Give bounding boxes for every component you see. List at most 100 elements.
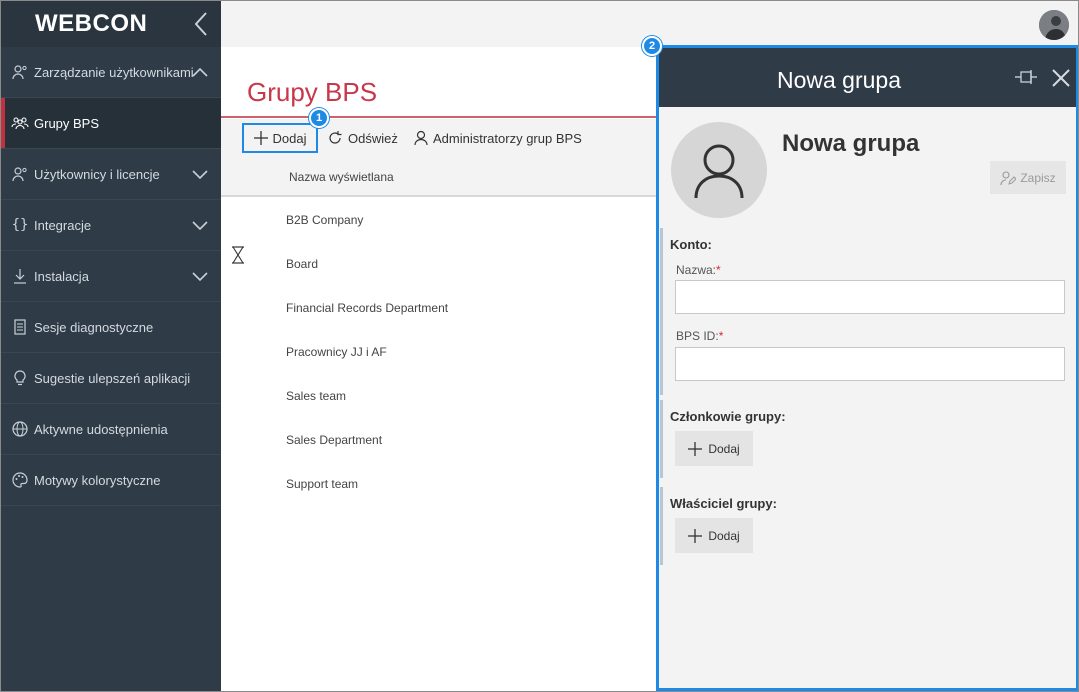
refresh-button[interactable]: Odśwież [327, 123, 398, 153]
add-member-label: Dodaj [708, 441, 740, 456]
download-icon [11, 267, 29, 285]
sidebar-item-label: Aktywne udostępnienia [34, 421, 168, 437]
hourglass-icon [232, 246, 244, 264]
collapse-sidebar-button[interactable] [191, 11, 213, 37]
refresh-icon [329, 131, 342, 144]
close-button[interactable] [1051, 68, 1071, 88]
group-avatar [671, 122, 767, 218]
row-label: Sales team [286, 389, 347, 403]
title-divider [221, 116, 657, 118]
panel-title: Nowa grupa [776, 67, 902, 93]
row-label: Sales Department [286, 433, 383, 447]
table-row[interactable]: Sales team [221, 375, 657, 419]
sidebar-item-users-licenses[interactable]: Użytkownicy i licencje [1, 149, 221, 200]
add-owner-button[interactable]: Dodaj [675, 518, 753, 553]
owner-section: Właściciel grupy: Dodaj [660, 487, 1072, 565]
chevron-left-icon [194, 12, 207, 36]
user-icon [694, 144, 744, 199]
close-icon [1052, 69, 1070, 87]
sidebar-item-active-shares[interactable]: Aktywne udostępnienia [1, 404, 221, 455]
group-icon [11, 114, 29, 132]
sidebar-item-installation[interactable]: Instalacja [1, 251, 221, 302]
document-icon [11, 318, 29, 336]
bpsid-field-label: BPS ID:* [676, 329, 723, 343]
table-row[interactable]: B2B Company [221, 199, 657, 243]
sidebar-item-user-management[interactable]: Zarządzanie użytkownikami [1, 47, 221, 98]
sidebar-item-label: Grupy BPS [34, 115, 100, 131]
add-label: Dodaj [272, 130, 307, 146]
bps-id-field[interactable] [675, 347, 1065, 381]
logo: WEBCON [35, 10, 148, 37]
new-group-panel: Nowa grupa Nowa grupa Zapisz Konto: Nazw… [656, 45, 1078, 691]
sidebar-item-label: Zarządzanie użytkownikami [34, 64, 194, 80]
chevron-down-icon [191, 219, 209, 231]
column-header[interactable]: Nazwa wyświetlana [221, 157, 657, 197]
group-admins-label: Administratorzy grup BPS [433, 130, 582, 146]
sidebar-item-color-themes[interactable]: Motywy kolorystyczne [1, 455, 221, 506]
owner-section-title: Właściciel grupy: [670, 496, 777, 511]
sidebar-item-integrations[interactable]: {} Integracje [1, 200, 221, 251]
members-section: Członkowie grupy: Dodaj [660, 400, 1072, 478]
sidebar-item-improvement-suggestions[interactable]: Sugestie ulepszeń aplikacji [1, 353, 221, 404]
sidebar-item-diagnostic-sessions[interactable]: Sesje diagnostyczne [1, 302, 221, 353]
panel-header: Nowa grupa [659, 48, 1076, 107]
sidebar-item-label: Integracje [34, 217, 92, 233]
save-button[interactable]: Zapisz [990, 161, 1066, 194]
group-name-field[interactable] [675, 280, 1065, 314]
group-name-heading: Nowa grupa [782, 130, 920, 157]
plus-icon [253, 131, 268, 145]
plus-icon [688, 441, 703, 456]
lightbulb-icon [11, 369, 29, 387]
chevron-up-icon [191, 66, 209, 78]
user-admin-icon [11, 63, 29, 81]
main-content: Grupy BPS Dodaj Odśwież Administratorzy … [221, 47, 657, 691]
callout-badge-2: 2 [642, 36, 662, 56]
sidebar-item-label: Sesje diagnostyczne [34, 319, 154, 335]
page-title: Grupy BPS [247, 77, 378, 107]
row-label: Financial Records Department [286, 301, 449, 315]
column-header-label: Nazwa wyświetlana [289, 170, 394, 184]
table-row[interactable]: Board [221, 243, 657, 287]
add-group-button[interactable]: Dodaj [242, 123, 318, 153]
app-window: WEBCON Zarządzanie użytkownikami Grupy B… [0, 0, 1079, 692]
save-label: Zapisz [1020, 170, 1056, 185]
brand-bar: WEBCON [1, 1, 221, 47]
user-license-icon [11, 165, 29, 183]
callout-badge-1: 1 [309, 108, 329, 128]
sidebar-item-label: Sugestie ulepszeń aplikacji [34, 370, 191, 386]
bpsid-label-text: BPS ID: [676, 329, 719, 343]
pin-button[interactable] [1014, 68, 1038, 86]
name-field-label: Nazwa:* [676, 263, 721, 277]
table-row[interactable]: Pracownicy JJ i AF [221, 331, 657, 375]
table-row[interactable]: Sales Department [221, 419, 657, 463]
group-admins-button[interactable]: Administratorzy grup BPS [414, 123, 582, 153]
user-icon [414, 130, 428, 146]
refresh-label: Odśwież [348, 130, 398, 146]
user-avatar[interactable] [1039, 10, 1069, 40]
required-mark: * [716, 263, 721, 277]
sidebar-item-label: Instalacja [34, 268, 89, 284]
table-row[interactable]: Financial Records Department [221, 287, 657, 331]
table-row[interactable]: Support team [221, 463, 657, 507]
add-member-button[interactable]: Dodaj [675, 431, 753, 466]
sidebar-item-label: Użytkownicy i licencje [34, 166, 160, 182]
braces-icon: {} [11, 217, 29, 233]
required-mark: * [718, 329, 724, 343]
palette-icon [11, 471, 29, 489]
toolbar: Dodaj Odśwież Administratorzy grup BPS [221, 119, 657, 157]
account-section-title: Konto: [670, 237, 712, 252]
chevron-down-icon [191, 270, 209, 282]
row-label: B2B Company [286, 213, 364, 227]
sidebar-item-bps-groups[interactable]: Grupy BPS [1, 98, 221, 149]
chevron-down-icon [191, 168, 209, 180]
sidebar-item-label: Motywy kolorystyczne [34, 472, 161, 488]
pin-icon [1015, 70, 1037, 84]
account-section: Konto: Nazwa:* BPS ID:* [660, 228, 1072, 395]
sidebar: WEBCON Zarządzanie użytkownikami Grupy B… [1, 1, 221, 691]
add-owner-label: Dodaj [708, 528, 740, 543]
groups-list: B2B Company Board Financial Records Depa… [221, 199, 657, 507]
name-label-text: Nazwa: [676, 263, 717, 277]
row-label: Board [286, 257, 319, 271]
members-section-title: Członkowie grupy: [670, 409, 786, 424]
plus-icon [688, 528, 703, 543]
